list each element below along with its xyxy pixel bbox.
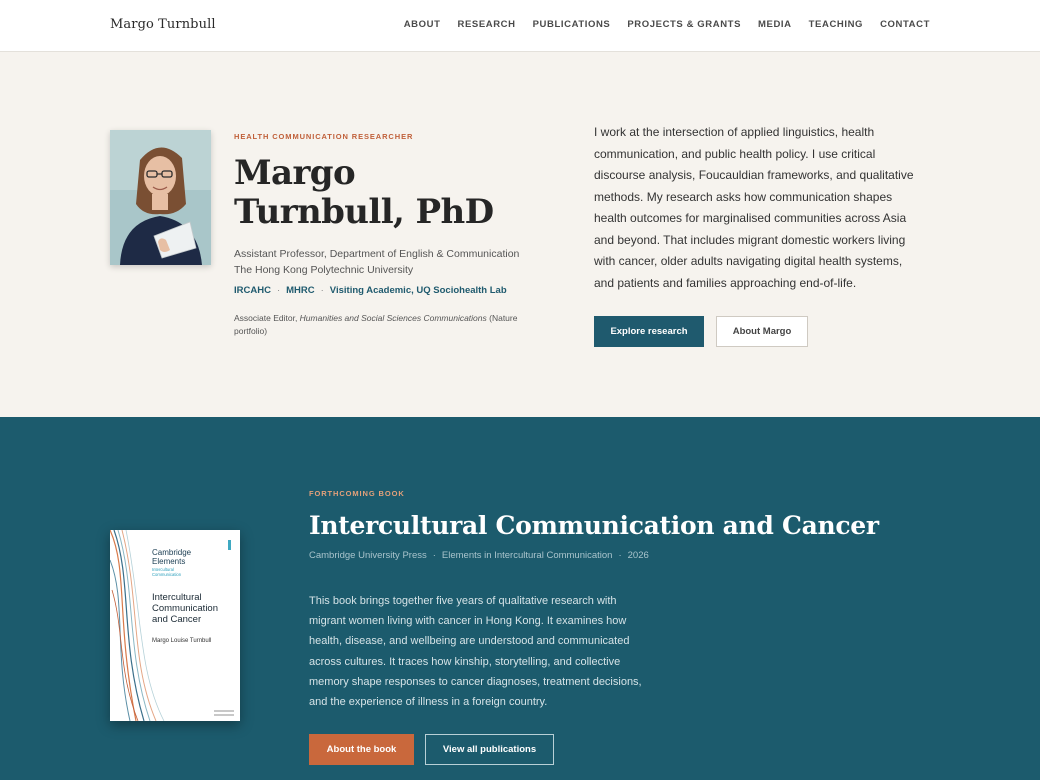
cover-series-line1: Cambridge [152, 548, 192, 557]
explore-research-button[interactable]: Explore research [594, 316, 704, 347]
role-institution: The Hong Kong Polytechnic University [234, 264, 414, 276]
book-publisher: Cambridge University Press [309, 550, 427, 561]
nav-research[interactable]: RESEARCH [457, 19, 515, 30]
view-all-publications-button[interactable]: View all publications [425, 734, 554, 765]
nav-projects-grants[interactable]: PROJECTS & GRANTS [627, 19, 741, 30]
cover-title-line3: and Cancer [152, 614, 201, 625]
editor-note: Associate Editor, Humanities and Social … [234, 312, 534, 338]
nav-about[interactable]: ABOUT [404, 19, 441, 30]
cover-author: Margo Louise Turnbull [152, 638, 211, 644]
cover-series-sub2: Communication [152, 572, 182, 577]
site-header: Margo Turnbull ABOUT RESEARCH PUBLICATIO… [0, 0, 1040, 52]
affiliations: IRCAHC · MHRC · Visiting Academic, UQ So… [234, 285, 507, 296]
page-title: Margo Turnbull, PhD [234, 153, 494, 232]
cover-title-line1: Intercultural [152, 592, 202, 603]
editor-prefix: Associate Editor, [234, 313, 300, 323]
site-brand[interactable]: Margo Turnbull [110, 17, 216, 32]
meta-separator: · [618, 550, 622, 561]
book-cover[interactable]: Cambridge Elements Intercultural Communi… [110, 530, 240, 721]
book-eyebrow: FORTHCOMING BOOK [309, 489, 405, 498]
editor-journal: Humanities and Social Sciences Communica… [299, 313, 487, 323]
book-section: Cambridge Elements Intercultural Communi… [0, 417, 1040, 780]
nav-contact[interactable]: CONTACT [880, 19, 930, 30]
main-nav: ABOUT RESEARCH PUBLICATIONS PROJECTS & G… [404, 19, 930, 30]
affiliation-ircahc[interactable]: IRCAHC [234, 285, 271, 296]
nav-media[interactable]: MEDIA [758, 19, 792, 30]
affiliation-separator: · [320, 285, 324, 296]
hero-bio: I work at the intersection of applied li… [594, 125, 914, 290]
hero-role: Assistant Professor, Department of Engli… [234, 246, 519, 278]
cover-series-line2: Elements [152, 557, 185, 566]
affiliation-uq-lab[interactable]: Visiting Academic, UQ Sociohealth Lab [330, 285, 507, 296]
hero-eyebrow: HEALTH COMMUNICATION RESEARCHER [234, 132, 414, 141]
book-description: This book brings together five years of … [309, 595, 642, 709]
cover-title-line2: Communication [152, 603, 218, 614]
role-title: Assistant Professor, Department of Engli… [234, 248, 520, 260]
portrait-photo [110, 130, 211, 265]
meta-separator: · [432, 550, 436, 561]
nav-publications[interactable]: PUBLICATIONS [533, 19, 611, 30]
book-year: 2026 [627, 550, 649, 561]
affiliation-separator: · [276, 285, 281, 296]
book-title: Intercultural Communication and Cancer [309, 511, 879, 540]
affiliation-mhrc[interactable]: MHRC [286, 285, 315, 296]
hero-section: HEALTH COMMUNICATION RESEARCHER Margo Tu… [0, 52, 1040, 417]
book-meta: Cambridge University Press · Elements in… [309, 550, 649, 561]
about-margo-button[interactable]: About Margo [716, 316, 808, 347]
nav-teaching[interactable]: TEACHING [809, 19, 863, 30]
book-series: Elements in Intercultural Communication [441, 550, 613, 561]
about-the-book-button[interactable]: About the book [309, 734, 414, 765]
